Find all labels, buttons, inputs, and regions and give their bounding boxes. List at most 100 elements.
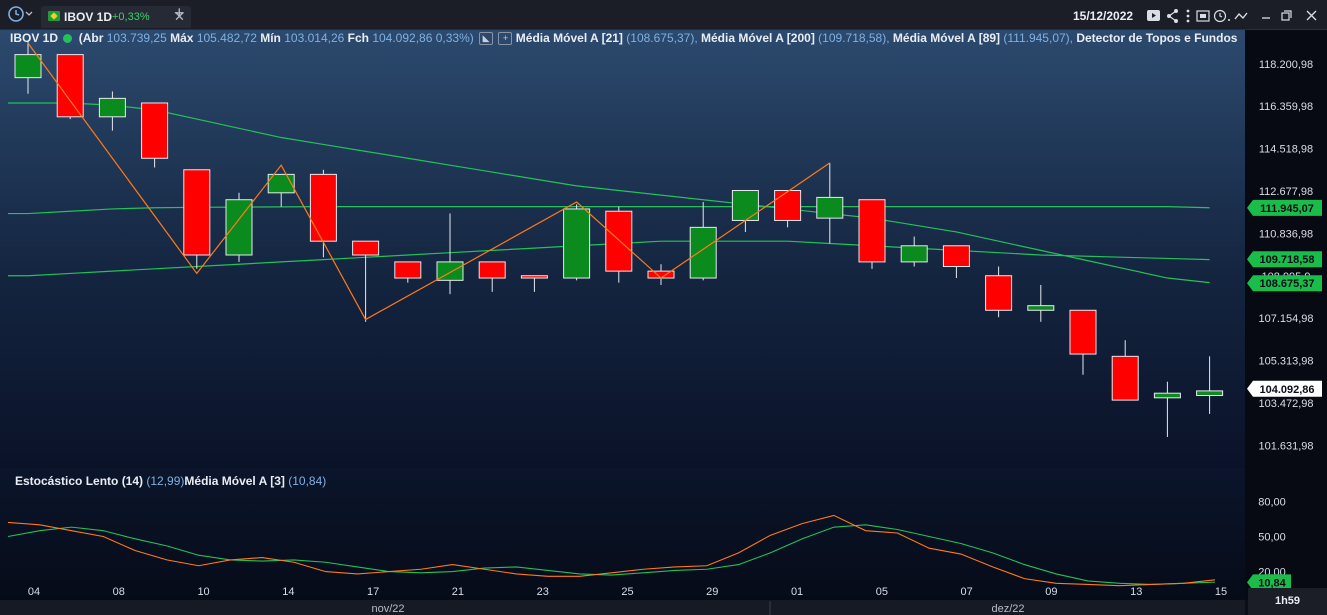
candle bbox=[858, 199, 886, 269]
legend-symbol[interactable]: IBOV 1D bbox=[10, 31, 58, 45]
x-tick-label: 29 bbox=[706, 586, 718, 598]
stochastic-ma-value: (10,84) bbox=[288, 474, 327, 488]
x-tick-label: 04 bbox=[28, 586, 40, 598]
stochastic-value: (12,99) bbox=[146, 474, 185, 488]
candle-body-down bbox=[352, 240, 380, 256]
close-icon[interactable] bbox=[1306, 10, 1317, 21]
stochastic-legend: Estocástico Lento (14) (12,99)Média Móve… bbox=[15, 474, 326, 488]
x-tick-label: 21 bbox=[452, 586, 464, 598]
candle-body-up bbox=[816, 196, 844, 219]
candle bbox=[563, 204, 591, 281]
restore-icon[interactable] bbox=[1281, 10, 1292, 21]
candle bbox=[605, 206, 633, 283]
add-tab-button[interactable]: + bbox=[174, 4, 185, 22]
x-tick-label: 09 bbox=[1045, 586, 1057, 598]
play-icon[interactable] bbox=[1147, 10, 1160, 21]
x-tick-label: 15 bbox=[1215, 586, 1227, 598]
price-tag-label: 104.092,86 bbox=[1259, 384, 1314, 396]
legend-detector-label[interactable]: Detector de Topos e Fundos bbox=[1076, 31, 1237, 45]
stochastic-tick-label: 50,00 bbox=[1258, 532, 1286, 544]
y-tick-label: 110.836,98 bbox=[1259, 228, 1313, 240]
chart-icon[interactable] bbox=[1234, 12, 1248, 20]
x-tick-label: 08 bbox=[113, 586, 125, 598]
legend-high-label: Máx bbox=[170, 31, 194, 45]
stochastic-ma-label[interactable]: Média Móvel A [3] bbox=[184, 474, 284, 488]
candle-body-down bbox=[141, 102, 169, 159]
price-tag: 109.718,58 bbox=[1247, 251, 1322, 268]
legend-open-label: (Abr bbox=[78, 31, 104, 45]
collapse-legend-icon[interactable]: ◣ bbox=[479, 32, 494, 46]
candle-body-down bbox=[520, 275, 548, 279]
legend-ma21-value: (108.675,37), bbox=[626, 31, 698, 45]
y-tick-label: 118.200,98 bbox=[1259, 59, 1313, 71]
legend-open: 103.739,25 bbox=[106, 31, 167, 45]
x-tick-label: 25 bbox=[621, 586, 633, 598]
candle bbox=[183, 169, 211, 269]
candle-body-down bbox=[309, 173, 337, 242]
layout-icon[interactable] bbox=[1196, 10, 1210, 22]
legend-ma200-label[interactable]: Média Móvel A [200] bbox=[701, 31, 815, 45]
date-label: 15/12/2022 bbox=[1073, 9, 1134, 23]
candle-body-down bbox=[478, 261, 506, 279]
price-tag-label: 108.675,37 bbox=[1259, 278, 1314, 290]
x-axis-background bbox=[0, 600, 1245, 615]
month-label: dez/22 bbox=[991, 603, 1024, 615]
price-tag: 111.945,07 bbox=[1247, 199, 1322, 216]
clock-icon[interactable] bbox=[1213, 9, 1231, 23]
clock-menu-icon[interactable] bbox=[6, 4, 34, 29]
stochastic-label[interactable]: Estocástico Lento (14) bbox=[15, 474, 143, 488]
candle bbox=[225, 192, 253, 262]
legend-high: 105.482,72 bbox=[196, 31, 257, 45]
price-tag: 104.092,86 bbox=[1247, 380, 1322, 397]
candle-body-down bbox=[858, 199, 886, 263]
legend-close-label: Fch bbox=[347, 31, 369, 45]
add-indicator-icon[interactable]: + bbox=[498, 32, 513, 46]
y-tick-label: 103.472,98 bbox=[1258, 398, 1313, 410]
legend-ma200-value: (109.718,58), bbox=[818, 31, 890, 45]
tab-ibov[interactable]: IBOV 1D +0,33% ✕ bbox=[41, 6, 191, 28]
brazil-flag-icon bbox=[48, 11, 60, 21]
candle-body-up bbox=[1027, 305, 1055, 311]
status-dot-icon bbox=[63, 34, 73, 44]
month-label: nov/22 bbox=[371, 603, 404, 615]
x-tick-label: 10 bbox=[197, 586, 209, 598]
y-tick-label: 107.154,98 bbox=[1258, 313, 1313, 325]
candle-body-up bbox=[563, 208, 591, 279]
x-tick-label: 07 bbox=[961, 586, 973, 598]
x-tick-label: 01 bbox=[791, 586, 803, 598]
legend-low-label: Mín bbox=[260, 31, 281, 45]
timeframe-label[interactable]: 1h59 bbox=[1248, 588, 1327, 615]
candle-body-up bbox=[900, 245, 928, 263]
stochastic-tick-label: 80,00 bbox=[1258, 496, 1286, 508]
tab-change: +0,33% bbox=[112, 11, 150, 23]
candle-body-down bbox=[942, 245, 970, 268]
legend-ma89-label[interactable]: Média Móvel A [89] bbox=[893, 31, 1000, 45]
candle-body-down bbox=[56, 54, 84, 118]
candle-body-up bbox=[14, 54, 42, 79]
candle-body-down bbox=[1069, 309, 1097, 355]
legend-ma21-label[interactable]: Média Móvel A [21] bbox=[516, 31, 623, 45]
legend-ma89-value: (111.945,07), bbox=[1003, 31, 1073, 45]
candle-body-down bbox=[605, 210, 633, 272]
y-tick-label: 114.518,98 bbox=[1259, 144, 1313, 156]
candle-body-up bbox=[689, 226, 717, 279]
candle-body-up bbox=[98, 97, 126, 118]
tab-bar: IBOV 1D +0,33% ✕ + 15/12/2022 bbox=[0, 0, 1327, 30]
candle-body-down bbox=[394, 261, 422, 279]
price-tag-label: 111.945,07 bbox=[1260, 203, 1314, 215]
legend-low: 103.014,26 bbox=[284, 31, 345, 45]
legend-change: 0,33%) bbox=[435, 31, 474, 45]
share-icon[interactable] bbox=[1167, 9, 1178, 23]
y-tick-label: 105.313,98 bbox=[1258, 356, 1313, 368]
legend-close: 104.092,86 bbox=[372, 31, 433, 45]
x-tick-label: 13 bbox=[1130, 586, 1142, 598]
x-tick-label: 14 bbox=[282, 586, 294, 598]
tab-symbol: IBOV 1D bbox=[64, 10, 113, 24]
candle bbox=[141, 102, 169, 168]
menu-icon[interactable] bbox=[1186, 9, 1190, 23]
x-tick-label: 23 bbox=[537, 586, 549, 598]
candle-body-down bbox=[985, 275, 1013, 311]
candle-body-up bbox=[1153, 392, 1181, 399]
price-chart[interactable]: 118.200,98 116.359,98 114.518,98 112.677,98… bbox=[0, 30, 1327, 615]
price-tag-label: 109.718,58 bbox=[1259, 254, 1314, 266]
